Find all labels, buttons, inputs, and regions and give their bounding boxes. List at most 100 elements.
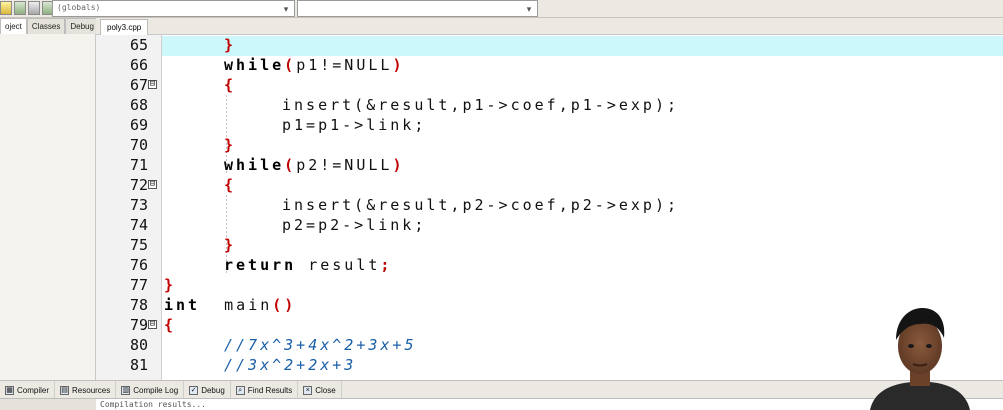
tab-label: Close	[315, 385, 336, 395]
tab-close[interactable]: × Close	[298, 381, 342, 399]
tab-label: Compile Log	[133, 385, 179, 395]
fold-toggle-icon[interactable]: ⊟	[148, 80, 157, 89]
code-text: insert(&result,p1->coef,p1->exp);	[282, 96, 680, 114]
code-text: //7x^3+4x^2+3x+5	[224, 335, 417, 355]
compiler-icon: ▦	[5, 385, 14, 395]
resources-icon: ▤	[60, 385, 70, 395]
code-line: 65 }	[96, 35, 1003, 56]
bottom-panel-tabs: ▦ Compiler ▤ Resources ▥ Compile Log ✓ Debug…	[0, 380, 1003, 399]
code-text: while(p2!=NULL)	[224, 156, 405, 174]
code-line: 74 p2=p2->link;	[96, 215, 1003, 235]
new-file-icon[interactable]	[0, 1, 12, 15]
keyword-token: while	[224, 56, 285, 74]
save-icon[interactable]	[28, 1, 40, 15]
line-number: 68	[129, 96, 148, 114]
chevron-down-icon: ▾	[526, 4, 532, 14]
code-token: {	[224, 176, 237, 194]
code-token: }	[224, 36, 237, 54]
code-line: 77 }	[96, 275, 1003, 295]
code-line: 69 p1=p1->link;	[96, 115, 1003, 135]
code-line: 71 while(p2!=NULL)	[96, 155, 1003, 175]
code-line: 66 while(p1!=NULL)	[96, 55, 1003, 75]
find-results-icon: ⌕	[235, 385, 245, 395]
code-text: }	[224, 35, 236, 55]
tab-find-results[interactable]: ⌕ Find Results	[231, 381, 299, 399]
code-line: 76 return result;	[96, 255, 1003, 275]
fold-toggle-icon[interactable]: ⊟	[148, 180, 157, 189]
line-number: 76	[129, 256, 148, 274]
left-panel-tabs: oject Classes Debug	[0, 18, 99, 34]
code-token: result	[308, 256, 381, 274]
line-number: 74	[129, 216, 148, 234]
code-line: 70 }	[96, 135, 1003, 155]
comment-token: //7x^3+4x^2+3x+5	[224, 336, 417, 354]
line-number: 81	[129, 356, 148, 374]
code-text: p2=p2->link;	[282, 216, 427, 234]
code-text: {	[224, 175, 236, 195]
line-number: 70	[129, 136, 148, 154]
code-line: 73 insert(&result,p2->coef,p2->exp);	[96, 195, 1003, 215]
line-number: 66	[129, 56, 148, 74]
tab-debug-output[interactable]: ✓ Debug	[184, 381, 231, 399]
tab-label: Resources	[72, 385, 111, 395]
chevron-down-icon: ▾	[283, 4, 289, 14]
line-number: 67	[129, 76, 148, 94]
editor-tabs: poly3.cpp	[96, 18, 1003, 35]
code-line: 67 ⊟ {	[96, 75, 1003, 95]
code-token: {	[224, 76, 237, 94]
code-line: 75 }	[96, 235, 1003, 255]
tab-resources[interactable]: ▤ Resources	[55, 381, 117, 399]
keyword-token: return	[224, 256, 297, 274]
current-line-highlight	[162, 36, 1003, 56]
tab-label: Debug	[201, 385, 225, 395]
line-number: 73	[129, 196, 148, 214]
code-text: //3x^2+2x+3	[224, 355, 356, 375]
code-line: 68 insert(&result,p1->coef,p1->exp);	[96, 95, 1003, 115]
code-text: {	[224, 75, 236, 95]
presenter-video-overlay	[870, 308, 970, 410]
member-combo[interactable]: ▾	[297, 0, 538, 17]
code-token: p1!=NULL	[296, 56, 393, 74]
keyword-token: while	[224, 156, 285, 174]
debug-icon: ✓	[189, 385, 199, 395]
code-text: p1=p1->link;	[282, 116, 427, 134]
line-number: 71	[129, 156, 148, 174]
scope-combo-value: (globals)	[57, 3, 101, 12]
code-line: 72 ⊟ {	[96, 175, 1003, 195]
code-token: }	[224, 236, 237, 254]
code-text: return result;	[224, 256, 393, 274]
compile-log-icon: ▥	[121, 385, 131, 395]
line-number: 80	[129, 336, 148, 354]
line-number: 77	[129, 276, 148, 294]
close-icon: ×	[303, 385, 313, 395]
tab-classes[interactable]: Classes	[26, 18, 66, 34]
code-token: main	[224, 296, 273, 314]
code-token: {	[164, 316, 177, 334]
code-text: int main()	[164, 296, 297, 314]
code-text: }	[224, 135, 236, 155]
code-text: }	[224, 235, 236, 255]
tab-compile-log[interactable]: ▥ Compile Log	[116, 381, 185, 399]
toolbar: (globals) ▾ ▾	[0, 0, 1003, 18]
output-text: Compilation results...	[100, 400, 206, 409]
scope-combo[interactable]: (globals) ▾	[52, 0, 295, 17]
tab-debug[interactable]: Debug	[65, 18, 99, 34]
tab-label: Compiler	[17, 385, 50, 395]
code-text: insert(&result,p2->coef,p2->exp);	[282, 196, 680, 214]
code-token: }	[224, 136, 237, 154]
file-tab[interactable]: poly3.cpp	[100, 19, 149, 35]
code-text: while(p1!=NULL)	[224, 56, 405, 74]
code-token: p2!=NULL	[296, 156, 393, 174]
open-icon[interactable]	[14, 1, 26, 15]
line-number: 72	[129, 176, 148, 194]
tab-label: Find Results	[247, 385, 293, 395]
line-number: 75	[129, 236, 148, 254]
fold-toggle-icon[interactable]: ⊟	[148, 320, 157, 329]
code-token: }	[164, 276, 177, 294]
tab-project[interactable]: oject	[0, 18, 27, 34]
keyword-token: int	[164, 296, 201, 314]
line-number: 79	[129, 316, 148, 334]
code-text: }	[164, 275, 176, 295]
tab-compiler[interactable]: ▦ Compiler	[0, 381, 56, 399]
project-panel: oject Classes Debug	[0, 18, 99, 380]
